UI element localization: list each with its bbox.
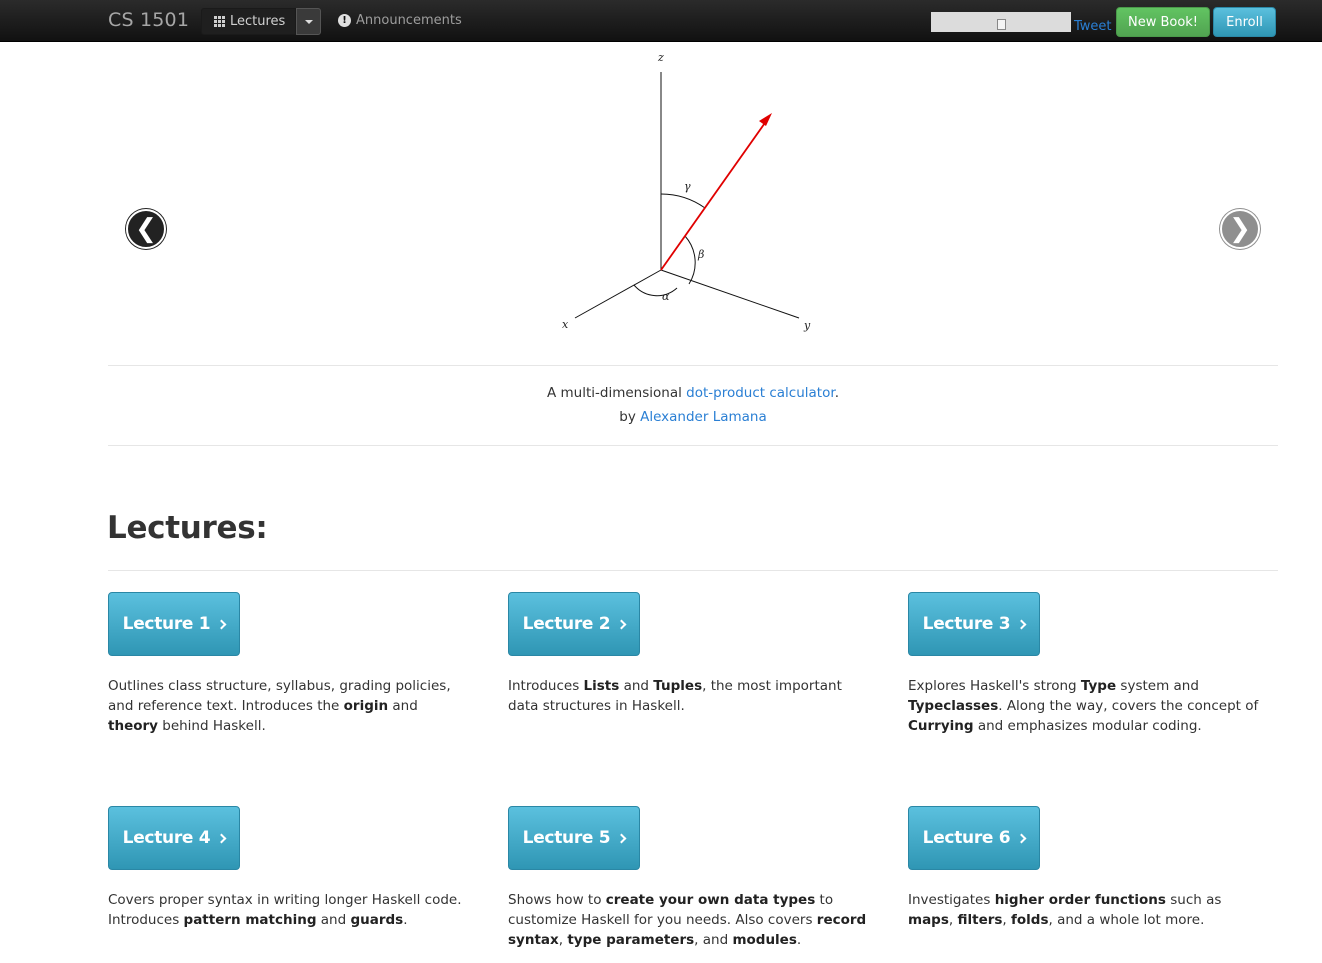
lecture-6-description: Investigates higher order functions such… (908, 890, 1268, 930)
caption-prefix: A multi-dimensional (547, 385, 687, 401)
author-link[interactable]: Alexander Lamana (640, 409, 767, 425)
alpha-arc (633, 284, 678, 297)
description-text: and (619, 678, 654, 694)
keyword: Type (1080, 678, 1117, 694)
keyword: create your own data types (605, 892, 816, 908)
lectures-label: Lectures (230, 14, 286, 29)
y-axis (660, 269, 800, 319)
lecture-button-label: Lecture 4 (122, 828, 211, 848)
gamma-arc (660, 193, 706, 209)
direction-angles-diagram: z x y γ β α (562, 51, 811, 332)
description-text: . (403, 912, 408, 928)
keyword: pattern matching (183, 912, 317, 928)
lecture-3-description: Explores Haskell's strong Type system an… (908, 676, 1268, 736)
red-vector (660, 119, 768, 271)
description-text: . (796, 932, 802, 948)
carousel-caption: A multi-dimensional dot-product calculat… (108, 385, 1278, 401)
description-text: and (316, 912, 351, 928)
keyword: Tuples (653, 678, 703, 694)
description-text: Investigates (908, 892, 995, 908)
carousel-prev-button[interactable]: ❮ (126, 209, 166, 249)
keyword: higher order functions (994, 892, 1166, 908)
divider (108, 445, 1278, 446)
caption-suffix: . (834, 385, 839, 401)
description-text: system and (1116, 678, 1199, 694)
keyword: modules (732, 932, 797, 948)
lecture-1-description: Outlines class structure, syllabus, grad… (108, 676, 468, 736)
keyword: origin (343, 698, 389, 714)
lectures-heading: Lectures: (107, 510, 268, 546)
description-text: Explores Haskell's strong (908, 678, 1081, 694)
chevron-right-icon (216, 619, 227, 629)
beta-label: β (697, 248, 704, 261)
grid-icon (214, 16, 225, 27)
announcements-label: Announcements (356, 13, 462, 28)
tweet-link[interactable]: Tweet (1074, 19, 1112, 34)
description-text: behind Haskell. (157, 718, 266, 734)
announcements-link[interactable]: ! Announcements (338, 13, 462, 28)
brand-title[interactable]: CS 1501 (108, 9, 189, 31)
keyword: Typeclasses (908, 698, 999, 714)
keyword: type parameters (567, 932, 695, 948)
lecture-2-description: Introduces Lists and Tuples, the most im… (508, 676, 868, 716)
lecture-button-label: Lecture 3 (922, 614, 1011, 634)
lecture-5-description: Shows how to create your own data types … (508, 890, 868, 950)
keyword: filters (957, 912, 1003, 928)
new-book-button[interactable]: New Book! (1116, 7, 1210, 37)
lecture-4-description: Covers proper syntax in writing longer H… (108, 890, 468, 930)
exclamation-circle-icon: ! (338, 14, 351, 27)
keyword: Currying (908, 718, 974, 734)
description-text: Introduces (508, 678, 584, 694)
lecture-button-label: Lecture 1 (122, 614, 211, 634)
dot-product-calculator-link[interactable]: dot-product calculator (686, 385, 835, 401)
divider (108, 570, 1278, 571)
keyword: maps (908, 912, 949, 928)
beta-arc (684, 235, 696, 285)
carousel-author: by Alexander Lamana (108, 409, 1278, 425)
carousel-next-button[interactable]: ❯ (1220, 209, 1260, 249)
keyword: Lists (583, 678, 620, 694)
description-text: , and (694, 932, 733, 948)
lecture-4-button[interactable]: Lecture 4 (108, 806, 240, 870)
keyword: folds (1011, 912, 1049, 928)
x-axis-label: x (562, 318, 569, 331)
lectures-dropdown: Lectures (201, 8, 322, 35)
chevron-right-icon (1016, 833, 1027, 843)
description-text: such as (1165, 892, 1222, 908)
lectures-caret-button[interactable] (296, 8, 322, 35)
lectures-button[interactable]: Lectures (201, 8, 297, 35)
caret-down-icon (304, 19, 313, 24)
alpha-label: α (662, 290, 670, 303)
lecture-6-button[interactable]: Lecture 6 (908, 806, 1040, 870)
social-like-frame[interactable] (931, 12, 1071, 32)
z-axis-label: z (657, 51, 664, 64)
chevron-right-icon (616, 833, 627, 843)
lecture-3-button[interactable]: Lecture 3 (908, 592, 1040, 656)
description-text: and (388, 698, 418, 714)
description-text: Shows how to (508, 892, 606, 908)
divider (108, 365, 1278, 366)
description-text: , (1002, 912, 1012, 928)
description-text: and emphasizes modular coding. (973, 718, 1202, 734)
chevron-right-icon (216, 833, 227, 843)
chevron-right-icon (1016, 619, 1027, 629)
keyword: theory (108, 718, 158, 734)
keyword: guards (350, 912, 404, 928)
top-navbar: CS 1501 Lectures ! Announcements Tweet N… (0, 0, 1322, 42)
lecture-button-label: Lecture 5 (522, 828, 611, 848)
lecture-button-label: Lecture 6 (922, 828, 1011, 848)
broken-document-icon (996, 18, 1006, 30)
lecture-5-button[interactable]: Lecture 5 (508, 806, 640, 870)
lecture-button-label: Lecture 2 (522, 614, 611, 634)
lecture-1-button[interactable]: Lecture 1 (108, 592, 240, 656)
gamma-label: γ (684, 180, 691, 193)
description-text: , and a whole lot more. (1048, 912, 1205, 928)
y-axis-label: y (803, 319, 811, 332)
vector-arrowhead (759, 113, 772, 126)
lecture-2-button[interactable]: Lecture 2 (508, 592, 640, 656)
description-text: . Along the way, covers the concept of (998, 698, 1259, 714)
author-prefix: by (619, 409, 641, 425)
chevron-right-icon (616, 619, 627, 629)
enroll-button[interactable]: Enroll (1213, 7, 1276, 37)
